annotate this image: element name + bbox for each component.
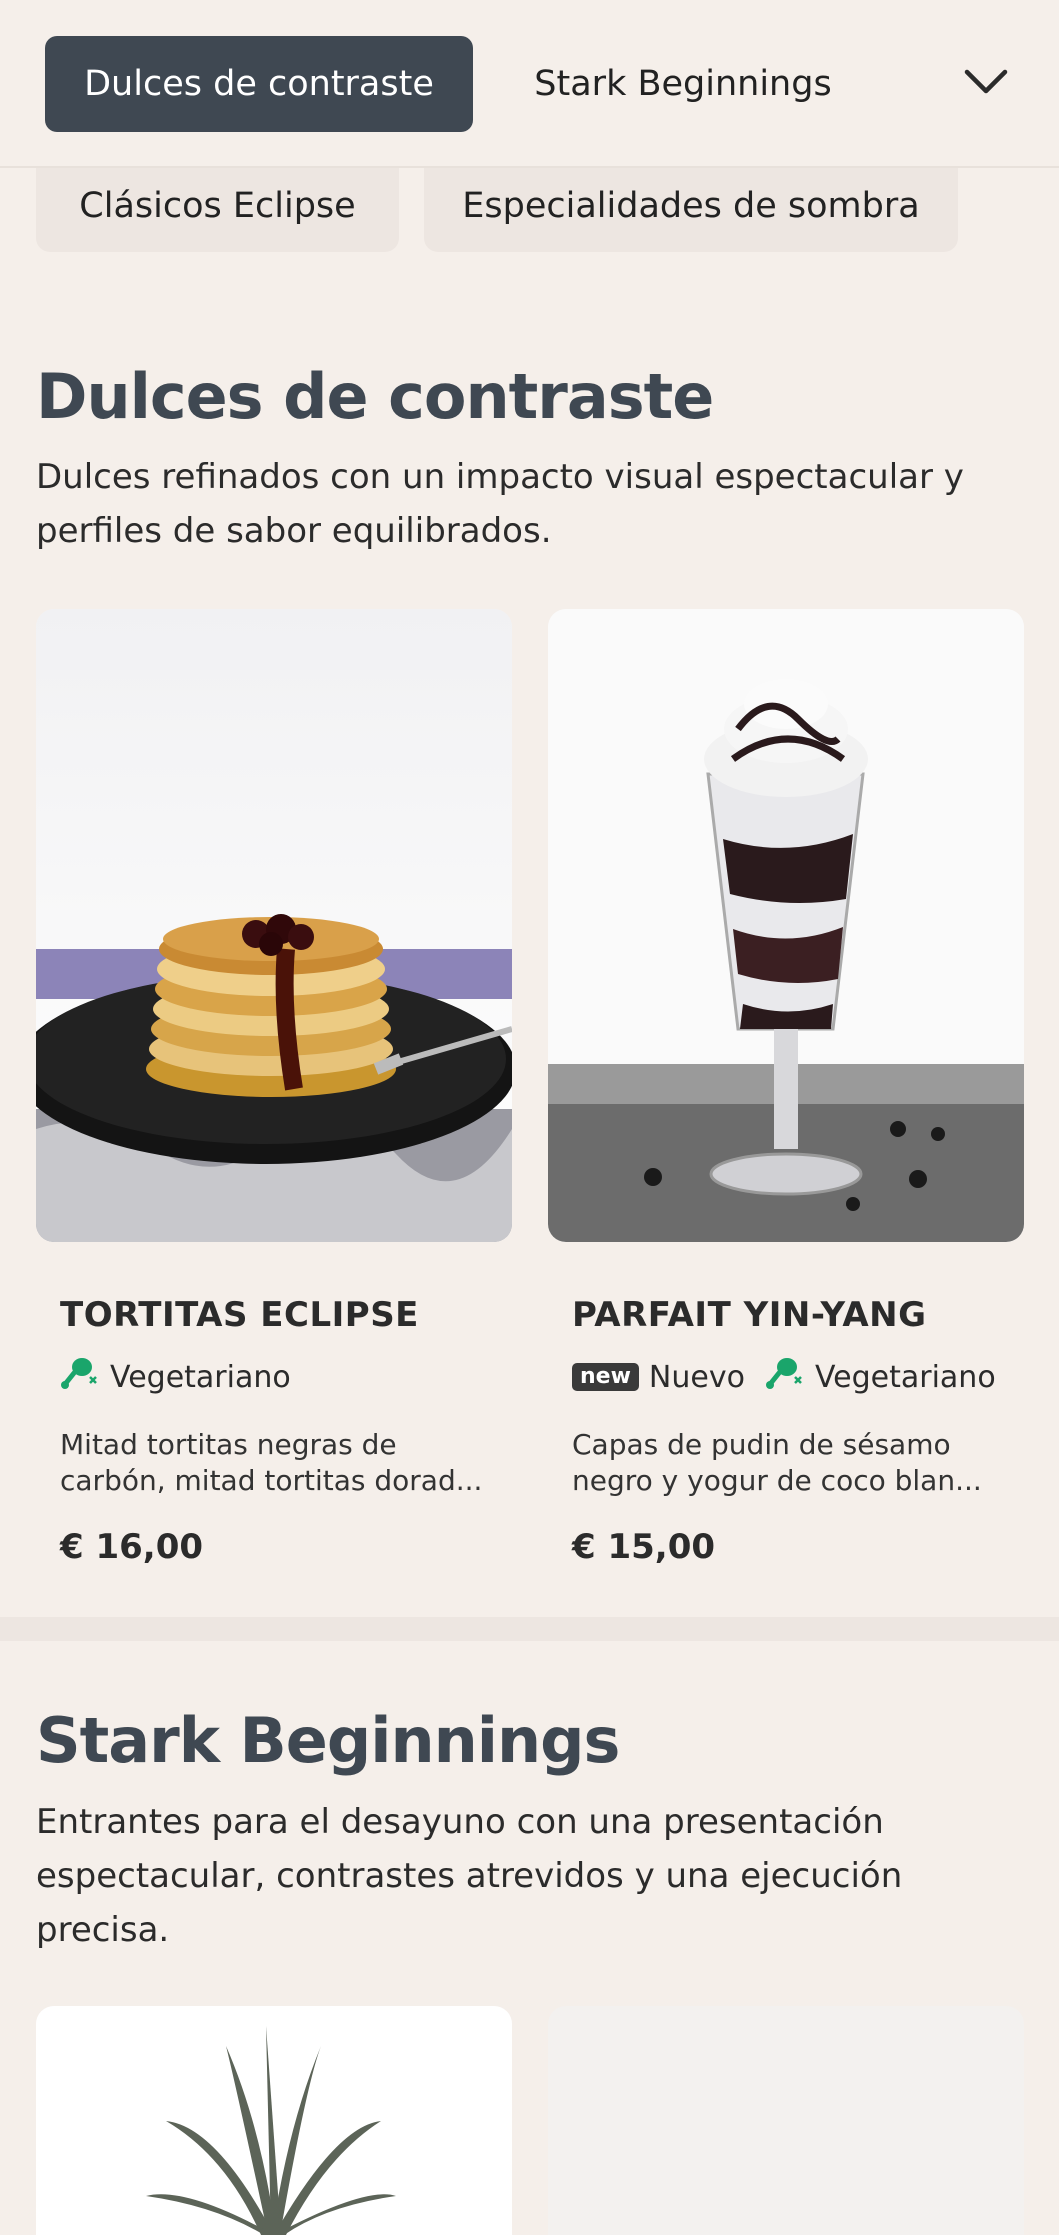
new-badge: new [572,1363,639,1391]
vegetarian-drumstick-icon [765,1355,805,1399]
section-description: Entrantes para el desayuno con una prese… [36,1802,903,1950]
chevron-down-icon[interactable] [960,62,1012,102]
item-price: € 16,00 [60,1527,204,1567]
item-description: Capas de pudin de sésamo negro y yogur d… [572,1428,982,1497]
pancake-stack-photo [36,609,512,1242]
pineapple-photo [36,2006,512,2235]
tab-clasicos-eclipse[interactable]: Clásicos Eclipse [36,160,399,252]
vegetarian-label: Vegetariano [110,1359,291,1395]
item-tags: new Nuevo Vegetariano [572,1357,1006,1397]
vegetarian-label: Vegetariano [814,1359,996,1395]
blank-photo [548,2006,1024,2235]
item-name: TORTITAS ECLIPSE [60,1295,419,1335]
vegetarian-drumstick-icon [60,1355,100,1399]
tab-especialidades-de-sombra[interactable]: Especialidades de sombra [424,160,958,252]
tab-dulces-de-contraste[interactable]: Dulces de contraste [45,36,473,132]
section-description: Dulces refinados con un impacto visual e… [36,457,964,551]
category-tab-bar: Dulces de contraste Stark Beginnings [0,0,1059,168]
new-label: Nuevo [648,1359,745,1395]
item-tags: Vegetariano [60,1357,301,1397]
parfait-glass-photo [548,609,1024,1242]
item-name: PARFAIT YIN-YANG [572,1295,927,1335]
item-price: € 15,00 [572,1527,716,1567]
section-title: Stark Beginnings [36,1704,620,1777]
section-divider [0,1617,1059,1641]
item-description: Mitad tortitas negras de carbón, mitad t… [60,1428,483,1497]
section-title: Dulces de contraste [36,360,714,433]
tab-stark-beginnings[interactable]: Stark Beginnings [508,36,858,132]
